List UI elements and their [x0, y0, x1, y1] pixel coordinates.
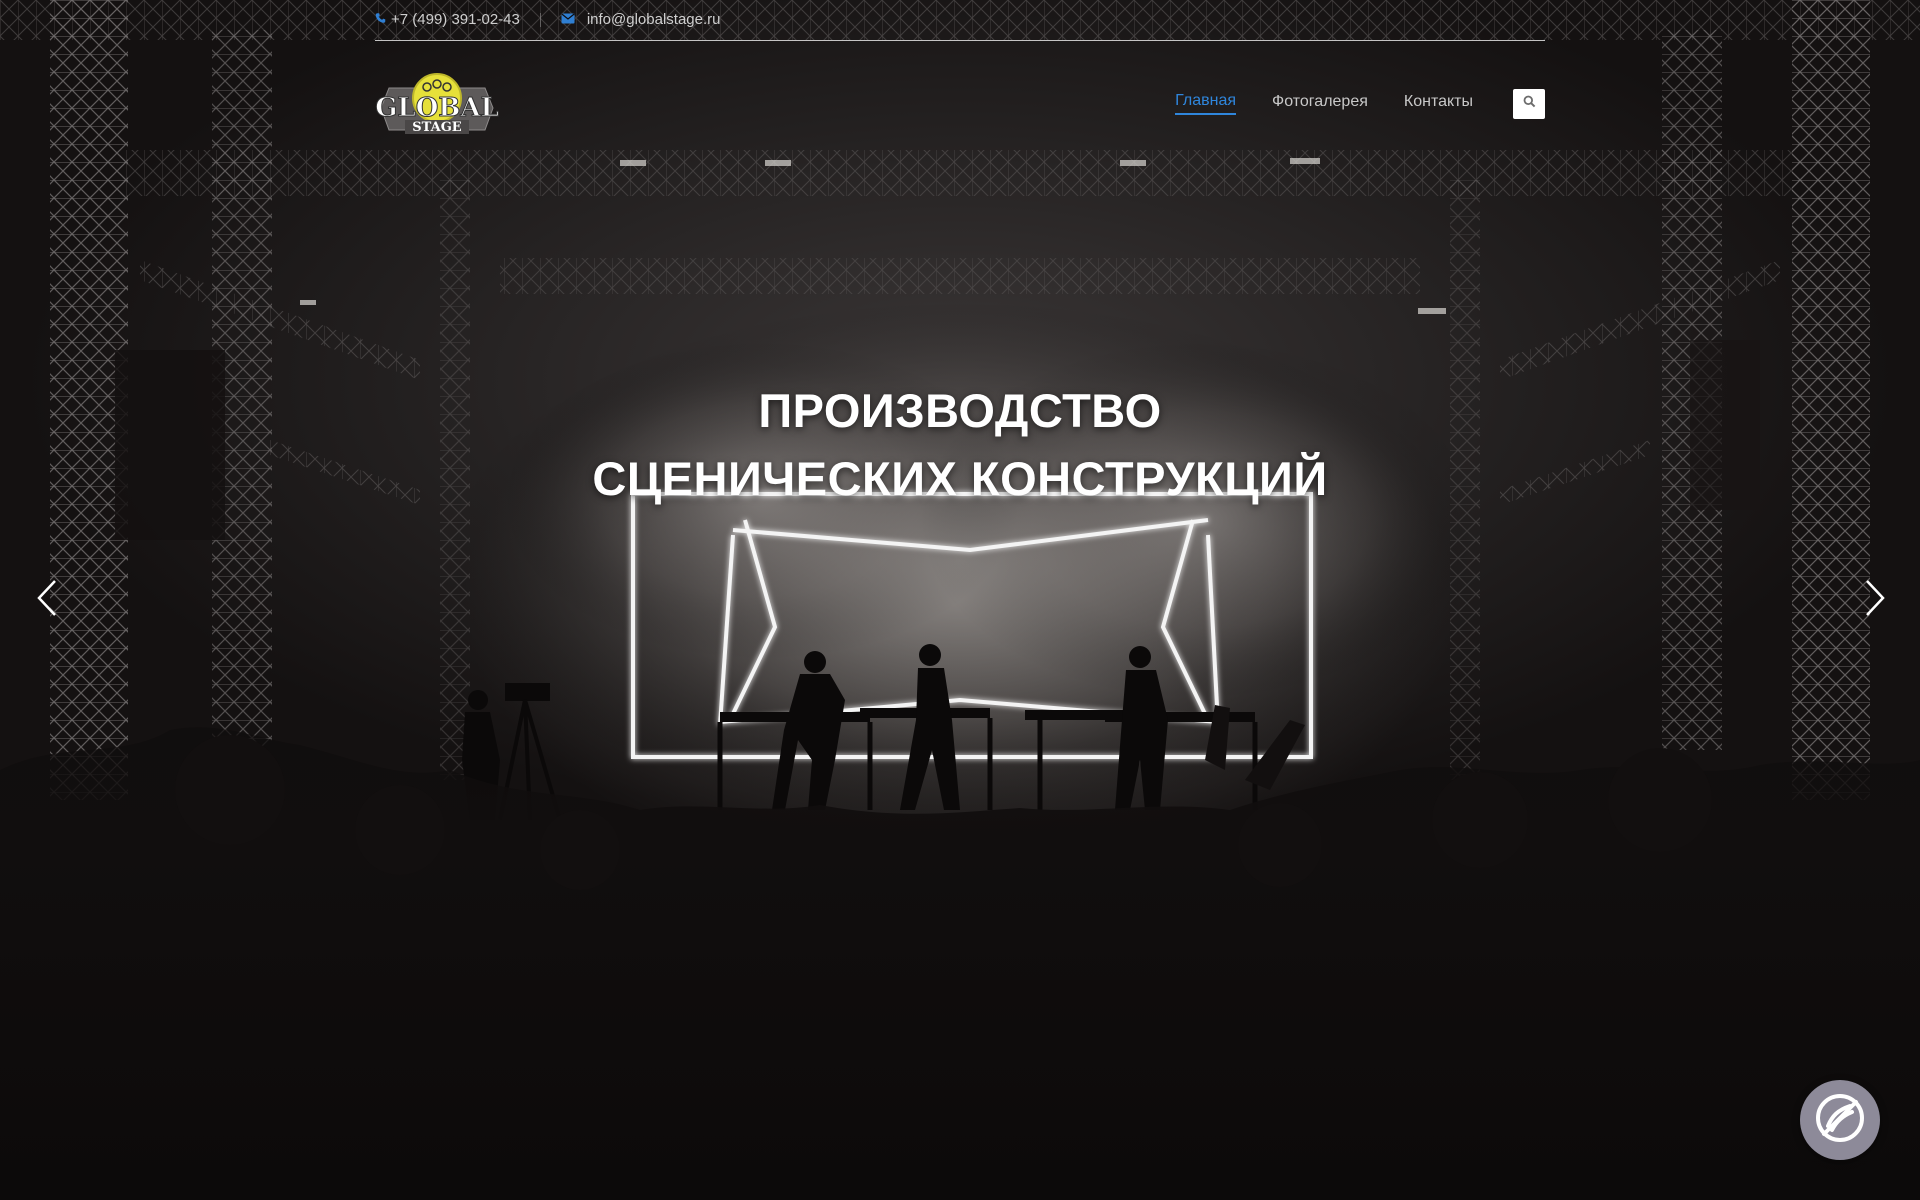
hero-slider: +7 (499) 391-02-43 info@globalstage.ru G… — [0, 0, 1920, 1200]
site-logo[interactable]: GLOBAL STAGE — [375, 70, 499, 136]
search-icon — [1523, 95, 1536, 113]
accessibility-icon — [1814, 1092, 1866, 1149]
hero-title: ПРОИЗВОДСТВО СЦЕНИЧЕСКИХ КОНСТРУКЦИЙ — [0, 377, 1920, 513]
phone-icon — [375, 12, 386, 27]
svg-text:GLOBAL: GLOBAL — [375, 93, 499, 123]
search-button[interactable] — [1513, 89, 1545, 119]
slider-prev-button[interactable] — [32, 579, 62, 622]
nav-item-home[interactable]: Главная — [1175, 92, 1237, 115]
chevron-left-icon — [36, 579, 58, 622]
phone-number: +7 (499) 391-02-43 — [391, 10, 520, 28]
hero-background-image — [0, 0, 1920, 1200]
phone-contact[interactable]: +7 (499) 391-02-43 — [375, 11, 520, 28]
accessibility-widget-button[interactable] — [1800, 1080, 1880, 1160]
envelope-icon — [561, 12, 575, 27]
top-contact-bar: +7 (499) 391-02-43 info@globalstage.ru — [375, 0, 1545, 41]
nav-item-gallery[interactable]: Фотогалерея — [1272, 93, 1368, 114]
slider-next-button[interactable] — [1860, 579, 1890, 622]
contact-divider — [539, 13, 541, 27]
hero-title-line-1: ПРОИЗВОДСТВО — [758, 384, 1162, 437]
email-contact[interactable]: info@globalstage.ru — [561, 11, 721, 28]
main-nav: Главная Фотогалерея Контакты — [1139, 92, 1473, 115]
chevron-right-icon — [1864, 579, 1886, 622]
email-address: info@globalstage.ru — [586, 10, 721, 28]
site-header: GLOBAL STAGE Главная Фотогалерея Контакт… — [375, 70, 1545, 136]
nav-item-contacts[interactable]: Контакты — [1404, 93, 1473, 114]
hero-title-line-2: СЦЕНИЧЕСКИХ КОНСТРУКЦИЙ — [592, 452, 1328, 505]
svg-text:STAGE: STAGE — [412, 120, 462, 135]
